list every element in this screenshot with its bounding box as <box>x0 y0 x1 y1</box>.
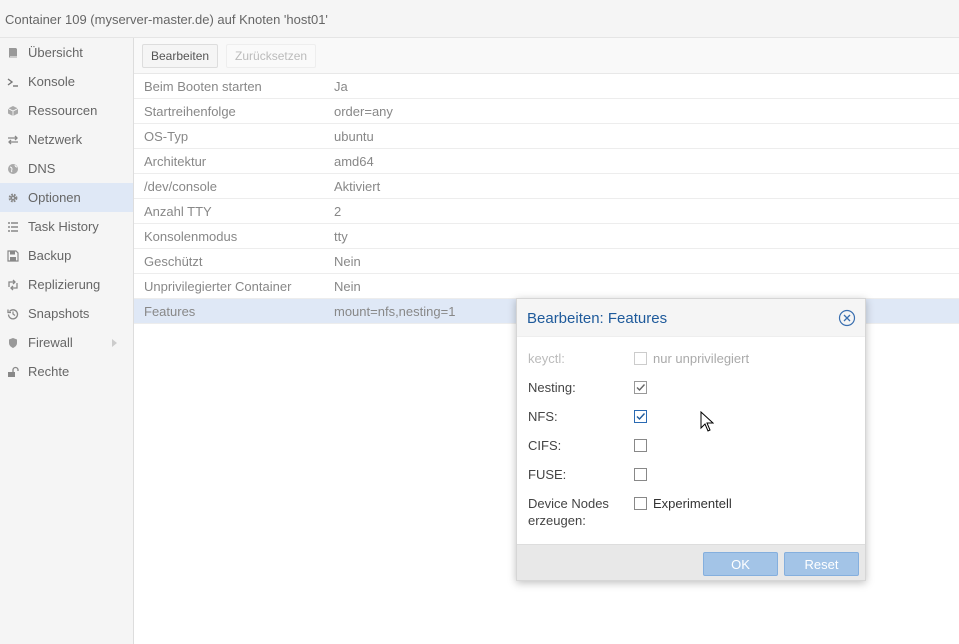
option-value: ubuntu <box>334 128 374 144</box>
gear-icon <box>6 191 20 205</box>
dialog-header: Bearbeiten: Features <box>517 299 865 337</box>
nfs-checkbox[interactable] <box>634 410 647 423</box>
shield-icon <box>6 336 20 350</box>
sidebar-item-label: Snapshots <box>28 306 90 321</box>
submenu-arrow-icon[interactable] <box>112 339 117 347</box>
device-nodes-label-2: erzeugen: <box>528 513 586 528</box>
edit-button[interactable]: Bearbeiten <box>142 44 219 68</box>
option-key: /dev/console <box>144 178 217 194</box>
cube-icon <box>6 104 20 118</box>
dialog-footer: OK Reset <box>517 544 865 580</box>
list-icon <box>6 220 20 234</box>
sidebar-item-label: Firewall <box>28 335 73 350</box>
option-value: Nein <box>334 278 361 294</box>
option-value: Ja <box>334 78 348 94</box>
sidebar-item-firewall[interactable]: Firewall <box>0 328 133 357</box>
window-title: Container 109 (myserver-master.de) auf K… <box>5 12 328 27</box>
sidebar-item-netzwerk[interactable]: Netzwerk <box>0 125 133 154</box>
features-dialog: Bearbeiten: Features keyctl: nur unprivi… <box>516 298 866 581</box>
table-row[interactable]: Anzahl TTY 2 <box>134 199 959 224</box>
book-icon <box>6 46 20 60</box>
option-key: OS-Typ <box>144 128 189 144</box>
device-nodes-label: Device Nodes <box>528 496 609 511</box>
device-nodes-box-label: Experimentell <box>653 496 732 511</box>
option-key: Features <box>144 303 196 319</box>
sidebar-item-label: Optionen <box>28 190 81 205</box>
sidebar-item-rechte[interactable]: Rechte <box>0 357 133 386</box>
table-row[interactable]: Unprivilegierter Container Nein <box>134 274 959 299</box>
sidebar: Übersicht Konsole Ressourcen Netzwerk DN… <box>0 38 134 644</box>
fuse-label: FUSE: <box>528 467 567 482</box>
globe-icon <box>6 162 20 176</box>
unlock-icon <box>6 365 20 379</box>
sidebar-item-task-history[interactable]: Task History <box>0 212 133 241</box>
sidebar-item-label: Rechte <box>28 364 70 379</box>
option-key: Anzahl TTY <box>144 203 212 219</box>
sidebar-item-label: Task History <box>28 219 99 234</box>
sidebar-item-label: Konsole <box>28 74 75 89</box>
check-icon <box>636 384 646 392</box>
check-icon <box>636 413 646 421</box>
terminal-icon <box>6 75 20 89</box>
option-value: Aktiviert <box>334 178 381 194</box>
option-value: order=any <box>334 103 393 119</box>
sidebar-item-konsole[interactable]: Konsole <box>0 67 133 96</box>
option-key: Geschützt <box>144 253 203 269</box>
option-key: Konsolenmodus <box>144 228 238 244</box>
keyctl-box-label: nur unprivilegiert <box>653 351 750 366</box>
keyctl-label: keyctl: <box>528 351 565 366</box>
option-key: Beim Booten starten <box>144 78 262 94</box>
close-icon[interactable] <box>838 309 856 327</box>
sidebar-item-label: Backup <box>28 248 72 263</box>
dialog-body: keyctl: nur unprivilegiert Nesting: NFS:… <box>517 337 865 544</box>
table-row[interactable]: /dev/console Aktiviert <box>134 174 959 199</box>
exchange-icon <box>6 133 20 147</box>
option-value: Nein <box>334 253 361 269</box>
options-grid: Beim Booten starten Ja Startreihenfolge or… <box>134 74 959 324</box>
revert-button[interactable]: Zurücksetzen <box>226 44 317 68</box>
table-row[interactable]: Beim Booten starten Ja <box>134 74 959 99</box>
floppy-icon <box>6 249 20 263</box>
reset-button[interactable]: Reset <box>784 552 859 576</box>
cifs-checkbox[interactable] <box>634 439 647 452</box>
mouse-cursor-icon <box>700 411 714 432</box>
history-icon <box>6 307 20 321</box>
option-value: 2 <box>334 203 342 219</box>
nesting-label: Nesting: <box>528 380 576 395</box>
sidebar-item-label: DNS <box>28 161 56 176</box>
cifs-label: CIFS: <box>528 438 562 453</box>
option-key: Unprivilegierter Container <box>144 278 292 294</box>
option-value: tty <box>334 228 348 244</box>
keyctl-checkbox[interactable] <box>634 352 647 365</box>
window-titlebar: Container 109 (myserver-master.de) auf K… <box>0 0 959 38</box>
sidebar-item-uebersicht[interactable]: Übersicht <box>0 38 133 67</box>
sidebar-item-label: Ressourcen <box>28 103 98 118</box>
option-value: amd64 <box>334 153 374 169</box>
table-row[interactable]: OS-Typ ubuntu <box>134 124 959 149</box>
ok-button[interactable]: OK <box>703 552 778 576</box>
option-key: Architektur <box>144 153 207 169</box>
sidebar-item-ressourcen[interactable]: Ressourcen <box>0 96 133 125</box>
nesting-checkbox[interactable] <box>634 381 647 394</box>
sidebar-item-optionen[interactable]: Optionen <box>0 183 133 212</box>
device-nodes-checkbox[interactable] <box>634 497 647 510</box>
toolbar: Bearbeiten Zurücksetzen <box>134 38 959 74</box>
sidebar-item-backup[interactable]: Backup <box>0 241 133 270</box>
option-key: Startreihenfolge <box>144 103 236 119</box>
sidebar-item-dns[interactable]: DNS <box>0 154 133 183</box>
dialog-title: Bearbeiten: Features <box>527 310 668 327</box>
sidebar-item-snapshots[interactable]: Snapshots <box>0 299 133 328</box>
table-row[interactable]: Startreihenfolge order=any <box>134 99 959 124</box>
table-row[interactable]: Konsolenmodus tty <box>134 224 959 249</box>
sidebar-item-replizierung[interactable]: Replizierung <box>0 270 133 299</box>
sidebar-item-label: Replizierung <box>28 277 101 292</box>
fuse-checkbox[interactable] <box>634 468 647 481</box>
table-row[interactable]: Architektur amd64 <box>134 149 959 174</box>
retweet-icon <box>6 278 20 292</box>
nfs-label: NFS: <box>528 409 558 424</box>
sidebar-item-label: Netzwerk <box>28 132 83 147</box>
sidebar-item-label: Übersicht <box>28 45 83 60</box>
table-row[interactable]: Geschützt Nein <box>134 249 959 274</box>
